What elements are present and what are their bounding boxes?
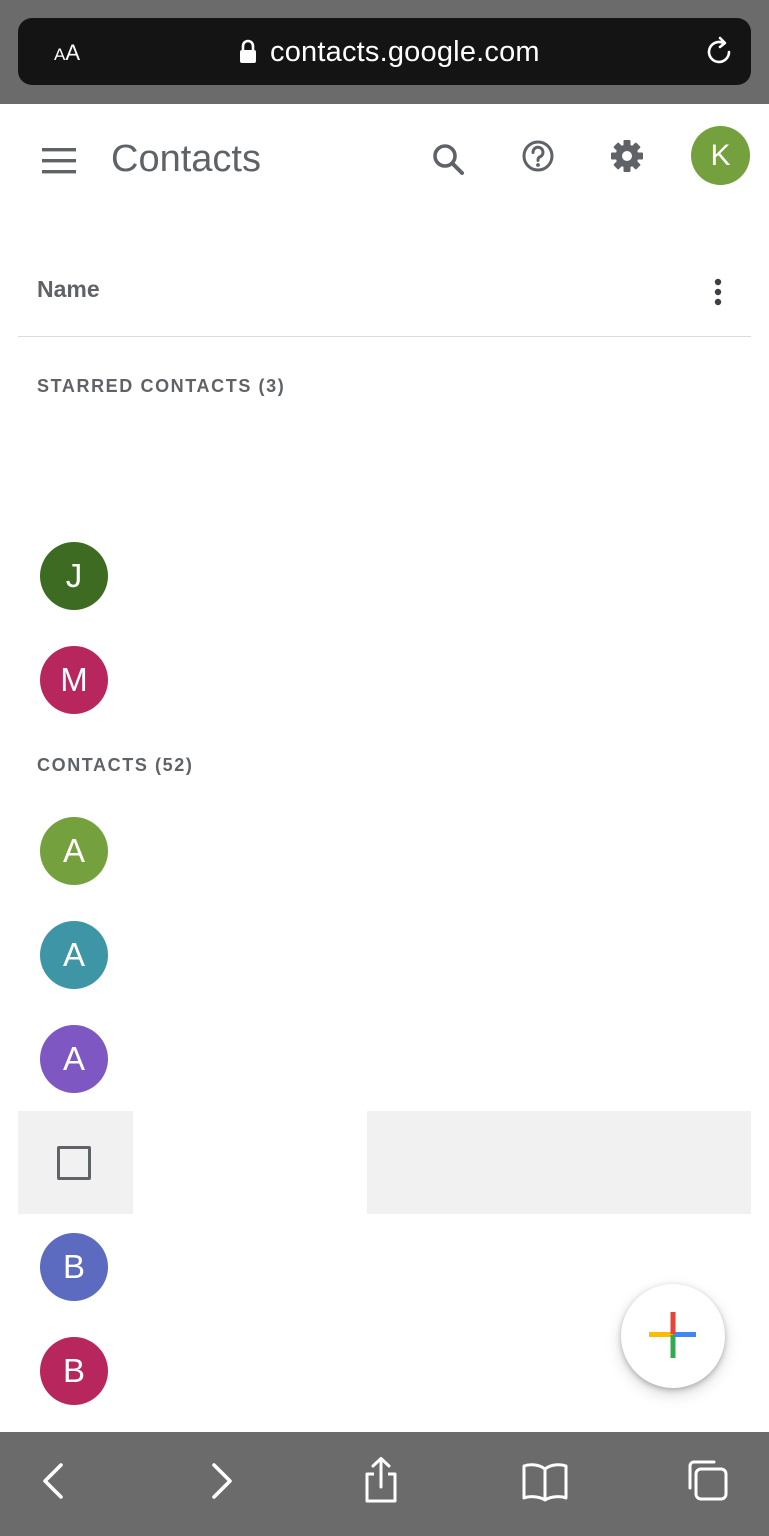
- more-vert-icon[interactable]: [703, 272, 733, 312]
- contact-avatar[interactable]: M: [40, 646, 108, 714]
- browser-top-bar: AA contacts.google.com: [0, 0, 769, 104]
- gear-icon[interactable]: [602, 134, 652, 184]
- menu-icon[interactable]: [36, 138, 82, 184]
- book-icon[interactable]: [520, 1456, 570, 1506]
- url-display[interactable]: contacts.google.com: [238, 32, 540, 72]
- tabs-icon[interactable]: [682, 1456, 732, 1506]
- select-checkbox[interactable]: [57, 1146, 91, 1180]
- contact-avatar[interactable]: A: [40, 817, 108, 885]
- app-header: Contacts K: [0, 104, 769, 214]
- list-column-header: Name: [18, 244, 751, 337]
- search-icon[interactable]: [424, 134, 474, 184]
- chevron-left-icon[interactable]: [30, 1456, 80, 1506]
- contact-avatar[interactable]: A: [40, 921, 108, 989]
- address-bar[interactable]: AA contacts.google.com: [18, 18, 751, 85]
- contact-avatar[interactable]: B: [40, 1337, 108, 1405]
- share-icon[interactable]: [356, 1456, 406, 1506]
- page-title: Contacts: [111, 138, 261, 180]
- starred-section-label: STARRED CONTACTS (3): [37, 376, 286, 396]
- contacts-section-label: CONTACTS (52): [37, 755, 194, 775]
- text-size-button[interactable]: AA: [54, 36, 98, 70]
- account-avatar[interactable]: K: [691, 126, 750, 185]
- contact-avatar[interactable]: A: [40, 1025, 108, 1093]
- reload-icon[interactable]: [701, 34, 737, 70]
- lock-icon: [240, 39, 256, 63]
- plus-icon: [649, 1312, 696, 1358]
- list-item-hover[interactable]: [367, 1111, 751, 1214]
- url-text: contacts.google.com: [270, 35, 540, 68]
- help-icon[interactable]: [513, 134, 563, 184]
- contact-avatar[interactable]: J: [40, 542, 108, 610]
- name-column-label[interactable]: Name: [37, 276, 100, 303]
- chevron-right-icon[interactable]: [195, 1456, 245, 1506]
- contact-avatar[interactable]: B: [40, 1233, 108, 1301]
- add-contact-button[interactable]: [621, 1284, 725, 1388]
- browser-toolbar: [0, 1432, 769, 1536]
